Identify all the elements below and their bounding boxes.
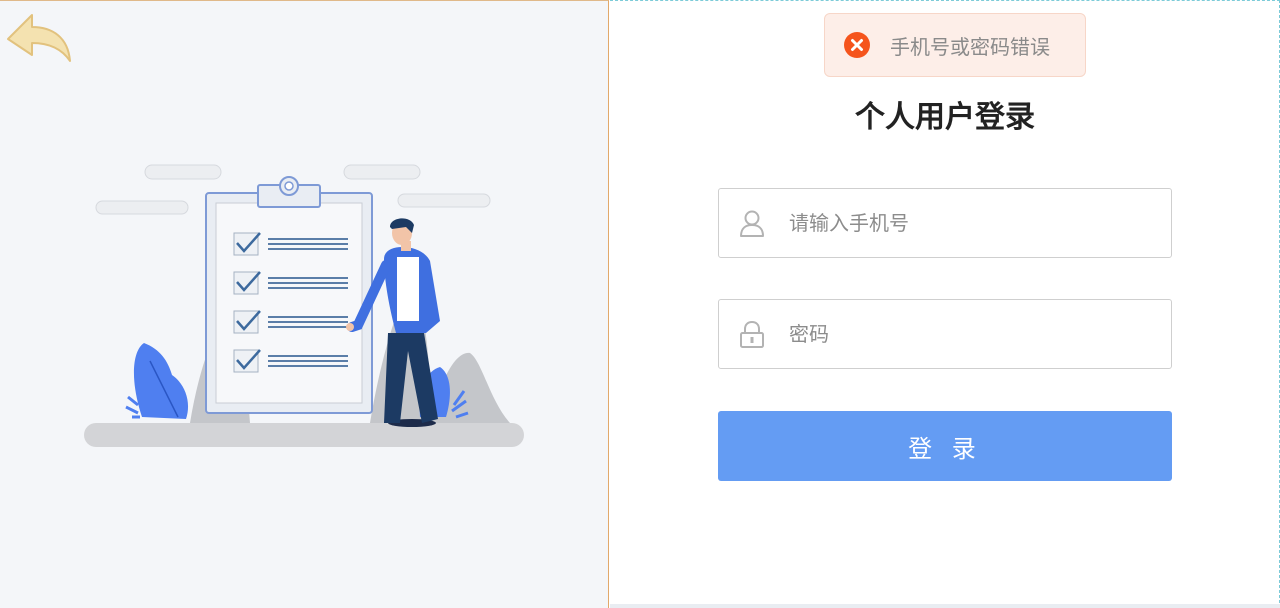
error-toast: 手机号或密码错误 — [824, 13, 1086, 77]
illustration-panel — [0, 0, 609, 608]
bottom-strip — [610, 604, 1280, 608]
password-field[interactable] — [718, 299, 1172, 369]
error-circle-icon — [844, 32, 870, 58]
phone-input[interactable] — [787, 210, 1171, 236]
back-button[interactable] — [4, 9, 72, 65]
login-button[interactable]: 登 录 — [718, 411, 1172, 481]
page-title: 个人用户登录 — [855, 100, 1035, 135]
checklist-illustration — [84, 164, 524, 447]
back-arrow-icon — [7, 14, 71, 62]
phone-field[interactable] — [718, 188, 1172, 258]
password-input[interactable] — [787, 321, 1171, 347]
user-icon — [740, 210, 764, 237]
toast-message: 手机号或密码错误 — [890, 34, 1050, 59]
lock-icon — [740, 320, 764, 348]
